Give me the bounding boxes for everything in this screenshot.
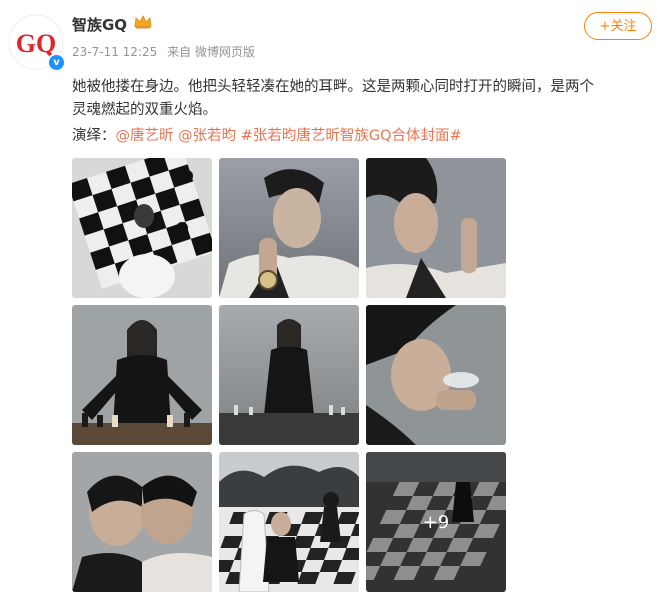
hashtag-link[interactable]: #张若昀唐艺昕智族GQ合体封面# [241,128,462,144]
photo-thumbnail-5[interactable] [219,305,359,445]
photo-thumbnail-1[interactable] [72,158,212,298]
credits-prefix: 演绎： [72,128,116,144]
post-meta: 23-7-11 12:25 来自 微博网页版 [72,43,261,60]
verified-badge-icon: v [47,53,66,72]
photo-thumbnail-9[interactable]: +9 [366,452,506,592]
follow-button[interactable]: +关注 [584,12,652,40]
photo-thumbnail-3[interactable] [366,158,506,298]
post-body-line1: 她被他搂在身边。他把头轻轻凑在她的耳畔。这是两颗心同时打开的瞬间，是两个 [72,79,594,95]
post-timestamp[interactable]: 23-7-11 12:25 [72,45,157,59]
post-body: 她被他搂在身边。他把头轻轻凑在她的耳畔。这是两颗心同时打开的瞬间，是两个 灵魂燃… [72,76,652,122]
member-crown-icon [134,15,152,29]
photo-thumbnail-8[interactable] [219,452,359,592]
photo-grid: +9 [72,158,506,601]
post-credits: 演绎：@唐艺昕 @张若昀 #张若昀唐艺昕智族GQ合体封面# [72,124,462,145]
avatar-logo-text: GQ [16,29,56,58]
mention-link-2[interactable]: @张若昀 [178,128,236,144]
author-name[interactable]: 智族GQ [72,14,127,35]
photo-thumbnail-7[interactable] [72,452,212,592]
photo-thumbnail-4[interactable] [72,305,212,445]
post-body-line2: 灵魂燃起的双重火焰。 [72,102,217,118]
post-source: 来自 微博网页版 [167,45,255,59]
mention-link-1[interactable]: @唐艺昕 [116,128,174,144]
more-photos-overlay[interactable]: +9 [366,452,506,592]
photo-thumbnail-6[interactable] [366,305,506,445]
photo-thumbnail-2[interactable] [219,158,359,298]
